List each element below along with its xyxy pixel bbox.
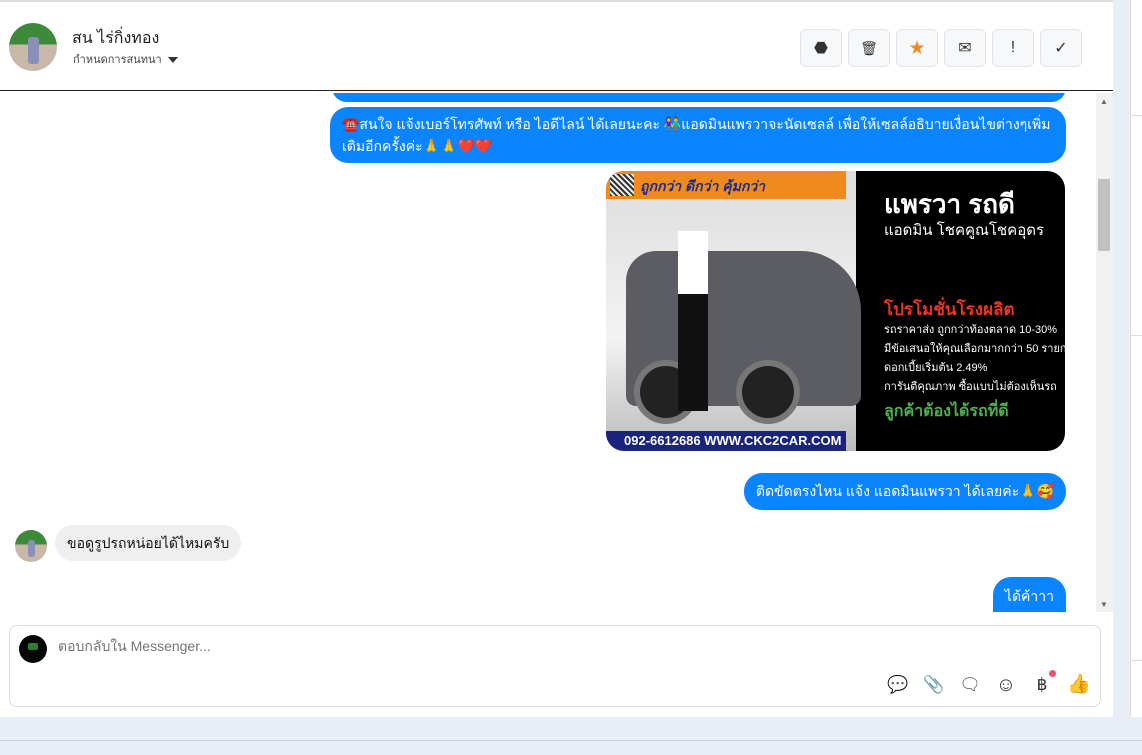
ad-line: การันตีคุณภาพ ซื้อแบบไม่ต้องเห็นรถ [884, 381, 1057, 393]
ad-banner: ถูกกว่า ดีกว่า คุ้มกว่า [606, 171, 846, 199]
message-list: ☎️สนใจ แจ้งเบอร์โทรศัพท์ หรือ ไอดีไลน์ ไ… [0, 93, 1096, 612]
trash-icon: 🗑 [860, 39, 878, 56]
conversation-header: สน ไร่กิ่งทอง กำหนดการสนทนา ⬣ 🗑 ★ ✉ ! ✓ [0, 2, 1113, 91]
ad-text: แพรวา รถดี แอดมิน โชคคูณโชคอุดร โปรโมชั่… [884, 189, 1065, 423]
caret-down-icon [167, 57, 178, 64]
saved-reply-icon[interactable]: 💬 [887, 674, 909, 696]
ad-line: ดอกเบี้ยเริ่มต้น 2.49% [884, 362, 988, 374]
person-graphic [678, 231, 708, 411]
scrollbar-thumb[interactable] [1098, 179, 1110, 251]
important-icon: ! [1010, 39, 1016, 56]
page-avatar [19, 635, 47, 663]
important-button[interactable]: ! [992, 29, 1034, 67]
mark-unread-icon: ✉ [958, 40, 972, 57]
message-scrollbar[interactable]: ▲ ▼ [1096, 93, 1113, 612]
ad-line: รถราคาส่ง ถูกกว่าท้องตลาด 10-30% [884, 324, 1058, 336]
like-icon[interactable]: 👍 [1067, 674, 1091, 696]
done-check-icon: ✓ [1054, 40, 1068, 57]
message-bubble: ได้ค้าาา [992, 577, 1066, 612]
conversation-panel: สน ไร่กิ่งทอง กำหนดการสนทนา ⬣ 🗑 ★ ✉ ! ✓ … [0, 0, 1113, 717]
mark-unread-button[interactable]: ✉ [944, 29, 986, 67]
spam-icon: ⬣ [814, 40, 828, 57]
scroll-up-icon[interactable]: ▲ [1100, 97, 1108, 106]
quick-reply-icon[interactable]: 🗨 [959, 674, 981, 696]
done-button[interactable]: ✓ [1040, 29, 1082, 67]
contact-name[interactable]: สน ไร่กิ่งทอง [72, 26, 159, 51]
side-panel-edge [1130, 0, 1142, 717]
notification-dot [1049, 670, 1056, 677]
attachment-icon[interactable]: 📎 [923, 674, 945, 696]
ad-promo: โปรโมชั่นโรงผลิต [884, 300, 1015, 319]
star-button[interactable]: ★ [896, 29, 938, 67]
delete-button[interactable]: 🗑 [848, 29, 890, 67]
payment-baht-icon[interactable]: ฿ [1031, 674, 1053, 696]
message-bubble: ☎️สนใจ แจ้งเบอร์โทรศัพท์ หรือ ไอดีไลน์ ไ… [330, 107, 1066, 163]
reply-input[interactable] [58, 638, 658, 654]
emoji-icon[interactable]: ☺ [995, 674, 1017, 696]
car-ad-image[interactable]: ถูกกว่า ดีกว่า คุ้มกว่า 092-6612686 WWW.… [606, 171, 1065, 451]
conversation-schedule-dropdown[interactable]: กำหนดการสนทนา [73, 50, 178, 68]
reply-composer: 💬 📎 🗨 ☺ ฿ 👍 [9, 625, 1101, 707]
spam-button[interactable]: ⬣ [800, 29, 842, 67]
ad-slogan: ลูกค้าต้องได้รถที่ดี [884, 403, 1009, 420]
message-bubble-partial [332, 93, 1066, 102]
divider [0, 740, 1142, 741]
ad-tagline: แอดมิน โชคคูณโชคอุดร [884, 222, 1045, 239]
scroll-down-icon[interactable]: ▼ [1100, 600, 1108, 609]
contact-avatar[interactable] [9, 23, 57, 71]
customer-avatar[interactable] [15, 530, 47, 562]
ad-line: มีข้อเสนอให้คุณเลือกมากกว่า 50 รายการ [884, 343, 1065, 355]
message-bubble: ติดขัดตรงไหน แจ้ง แอดมินแพรวา ได้เลยค่ะ🙏… [743, 473, 1066, 510]
schedule-label: กำหนดการสนทนา [73, 54, 162, 66]
star-icon: ★ [908, 37, 926, 59]
ad-title: แพรวา รถดี [884, 189, 1015, 219]
ad-photo [606, 171, 861, 451]
ad-contact: 092-6612686 WWW.CKC2CAR.COM [606, 431, 846, 451]
qr-code [610, 174, 634, 196]
truck-graphic [626, 251, 861, 424]
message-bubble-incoming: ขอดูรูปรถหน่อยได้ไหมครับ [55, 525, 242, 561]
